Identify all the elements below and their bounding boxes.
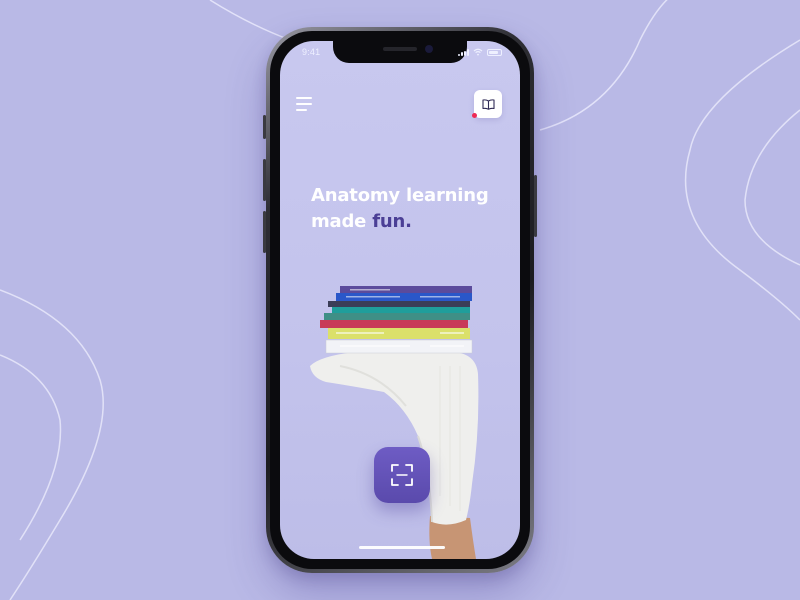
wifi-icon [473, 48, 483, 56]
library-button[interactable] [474, 90, 502, 118]
volume-down-button [263, 211, 266, 253]
headline-line-1: Anatomy learning [311, 185, 489, 206]
battery-icon [487, 48, 502, 56]
scan-frame-icon [391, 464, 413, 486]
power-button [534, 175, 537, 237]
notch [333, 41, 467, 63]
hamburger-menu-icon[interactable] [296, 97, 312, 111]
volume-up-button [263, 159, 266, 201]
headline-accent: fun. [372, 211, 412, 232]
app-screen: 9:41 Anatomy learning made fun. [280, 41, 520, 559]
hero-headline: Anatomy learning made fun. [311, 183, 511, 235]
front-camera [425, 45, 433, 53]
headline-line-2: made [311, 211, 367, 232]
status-time: 9:41 [302, 47, 321, 57]
cellular-signal-icon [458, 48, 469, 56]
speaker-grille [383, 47, 417, 51]
mute-switch [263, 115, 266, 139]
book-icon [481, 98, 495, 110]
notification-dot [472, 113, 477, 118]
phone-frame: 9:41 Anatomy learning made fun. [263, 27, 537, 573]
status-icons [458, 48, 502, 56]
foot-with-books-illustration [310, 286, 479, 559]
home-indicator[interactable] [359, 546, 445, 549]
scan-button[interactable] [374, 447, 430, 503]
